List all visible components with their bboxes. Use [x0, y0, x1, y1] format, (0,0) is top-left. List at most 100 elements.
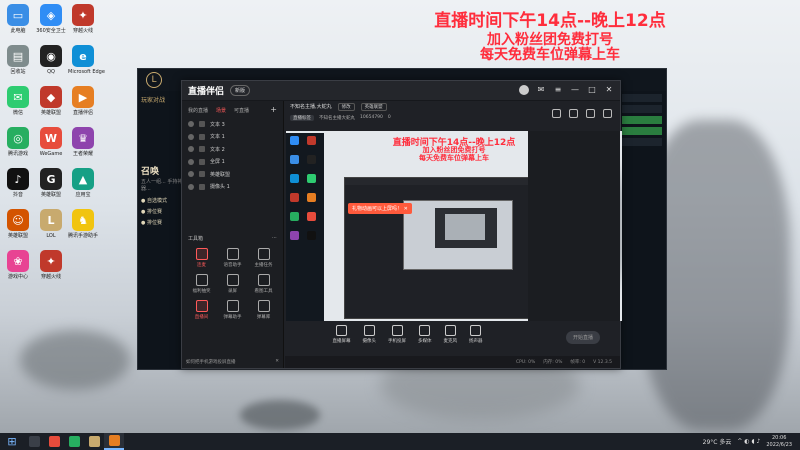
tray-icons[interactable]: ^ ◐ ◖ ♪ — [737, 438, 760, 445]
friend-row[interactable] — [622, 94, 662, 102]
bottom-tool-button[interactable]: 扬声器 — [469, 324, 483, 344]
preview-tip[interactable]: 礼物动画可以上屏吗！ ✕ — [348, 203, 412, 214]
lock-icon[interactable] — [199, 121, 205, 128]
lol-left-title: 玩家对战 — [141, 97, 166, 104]
tool-item[interactable]: 看图工具 — [248, 274, 279, 294]
source-item[interactable]: 文本 1 — [182, 131, 283, 144]
source-item[interactable]: 英雄联盟 — [182, 168, 283, 181]
clock[interactable]: 20:06 2022/6/23 — [766, 435, 792, 449]
desktop-icon[interactable]: ❀ 游戏中心 — [3, 250, 33, 280]
desktop-icon[interactable]: ▲ 应用宝 — [68, 168, 98, 198]
tool-item[interactable]: 语音助手 — [217, 248, 248, 268]
desktop-icon[interactable]: ♞ 腾讯手游助手 — [68, 209, 98, 239]
avatar[interactable] — [519, 85, 529, 95]
desktop-icon[interactable]: ◈ 360安全卫士 — [36, 4, 66, 34]
desktop-icon[interactable]: ✉ 微信 — [3, 86, 33, 116]
desktop-icon[interactable]: L LOL — [36, 209, 66, 239]
desktop-icon[interactable]: ♛ 王者荣耀 — [68, 127, 98, 157]
room-tag[interactable]: 直播标签 — [290, 114, 314, 121]
source-item[interactable]: 摄像头 1 — [182, 181, 283, 194]
close-icon[interactable]: ✕ — [604, 85, 614, 95]
more-icon[interactable] — [603, 109, 612, 120]
lol-taskbar-icon[interactable] — [84, 433, 104, 450]
tab-available[interactable]: 可直播 — [234, 107, 249, 114]
bottom-tool-button[interactable]: 摄像头 — [363, 324, 376, 344]
app-icon: e — [72, 45, 94, 67]
lock-icon[interactable] — [199, 133, 205, 140]
menu-icon[interactable]: ≡ — [553, 85, 563, 95]
desktop-icon[interactable]: ▤ 回收站 — [3, 45, 33, 75]
bottom-tool-button[interactable]: 直播屏幕 — [333, 324, 351, 344]
desktop-icon[interactable]: ◉ QQ — [36, 45, 66, 75]
app-badge[interactable]: 新版 — [230, 85, 251, 96]
desktop-icon[interactable]: ♪ 抖音 — [3, 168, 33, 198]
eye-icon[interactable] — [188, 121, 194, 128]
desktop-icon[interactable]: ◎ 腾讯游戏 — [3, 127, 33, 157]
desktop-icon[interactable]: ▭ 此电脑 — [3, 4, 33, 34]
eye-icon[interactable] — [188, 146, 194, 153]
lock-icon[interactable] — [199, 146, 205, 153]
weather-label[interactable]: 29°C 多云 — [703, 437, 732, 446]
desktop-icon[interactable]: ◆ 英雄联盟 — [36, 86, 66, 116]
eye-icon[interactable] — [188, 133, 194, 140]
mail-icon[interactable]: ✉ — [536, 85, 546, 95]
start-live-button[interactable]: 开始直播 — [565, 331, 600, 344]
friend-row[interactable] — [622, 138, 662, 146]
bottom-tool-button[interactable]: 手机投屏 — [388, 324, 406, 344]
desktop-icon[interactable]: ▶ 直播伴侣 — [68, 86, 98, 116]
desktop-icon-label: 英雄联盟 — [40, 110, 61, 116]
search-icon[interactable] — [24, 433, 44, 450]
desktop-icon[interactable]: W WeGame — [36, 127, 66, 157]
tool-item[interactable]: 主播任务 — [248, 248, 279, 268]
stream-taskbar-icon[interactable] — [104, 433, 124, 450]
desktop-icon[interactable]: e Microsoft Edge — [68, 45, 105, 75]
lol-mode-item[interactable]: ● 自选模式 — [138, 195, 186, 206]
edit-button[interactable]: 修改 — [337, 102, 355, 111]
tool-item[interactable]: 连麦 — [186, 248, 217, 268]
eye-icon[interactable] — [188, 171, 194, 178]
source-item[interactable]: 全屏 1 — [182, 156, 283, 169]
stream-app-window[interactable]: 直播伴侣 新版 ✉ ≡ — □ ✕ 我的直播 场景 可直播 + 文本 3 文本 1… — [181, 80, 622, 369]
friend-row[interactable] — [622, 116, 662, 124]
help-link[interactable]: 如何把手机游戏投屏直播 — [186, 359, 236, 365]
source-item[interactable]: 文本 2 — [182, 143, 283, 156]
tool-item[interactable]: 弹幕助手 — [217, 300, 248, 320]
eye-icon[interactable] — [188, 158, 194, 165]
desktop-icon-label: 英雄联盟 — [40, 192, 61, 198]
minimize-icon[interactable]: — — [570, 85, 580, 95]
room-name: 不知名主播大蛇丸 — [319, 115, 355, 121]
tab-scene[interactable]: 场景 — [216, 107, 226, 114]
maximize-icon[interactable]: □ — [587, 85, 597, 95]
more-icon[interactable]: ⋯ — [272, 235, 277, 242]
tool-item[interactable]: 录屏 — [217, 274, 248, 294]
settings-icon[interactable] — [586, 109, 595, 120]
desktop-icon[interactable]: G 英雄联盟 — [36, 168, 66, 198]
tool-item[interactable]: 弹幕库 — [248, 300, 279, 320]
desktop-icon[interactable]: ☺ 英雄联盟 — [3, 209, 33, 239]
lock-icon[interactable] — [552, 109, 561, 120]
lock-icon[interactable] — [199, 183, 205, 190]
lock-icon[interactable] — [199, 158, 205, 165]
friend-row[interactable] — [622, 127, 662, 135]
friend-row[interactable] — [622, 105, 662, 113]
lol-mode-item[interactable]: ● 排位赛 — [138, 217, 186, 228]
source-list: 文本 3 文本 1 文本 2 全屏 1 英雄联盟 摄像头 1 — [182, 118, 283, 193]
lol-mode-item[interactable]: ● 排位赛 — [138, 206, 186, 217]
close-icon[interactable]: ✕ — [275, 359, 279, 365]
tool-item[interactable]: 福利抽奖 — [186, 274, 217, 294]
source-item[interactable]: 文本 3 — [182, 118, 283, 131]
category-select[interactable]: 英雄联盟 — [360, 102, 387, 111]
desktop-icon[interactable]: ✦ 穿越火线 — [36, 250, 66, 280]
start-icon[interactable]: ⊞ — [0, 433, 24, 450]
lock-icon[interactable] — [199, 171, 205, 178]
bottom-tool-button[interactable]: 多媒体 — [418, 324, 432, 344]
desktop-icon[interactable]: ✦ 穿越火线 — [68, 4, 98, 34]
add-source-icon[interactable]: + — [270, 106, 277, 114]
tool-item[interactable]: 直播间 — [186, 300, 217, 320]
taskview-icon[interactable] — [44, 433, 64, 450]
bottom-tool-button[interactable]: 麦克风 — [444, 324, 457, 344]
tab-my-live[interactable]: 我的直播 — [188, 107, 208, 114]
store-icon[interactable] — [64, 433, 84, 450]
gift-icon[interactable] — [569, 109, 578, 120]
eye-icon[interactable] — [188, 183, 194, 190]
